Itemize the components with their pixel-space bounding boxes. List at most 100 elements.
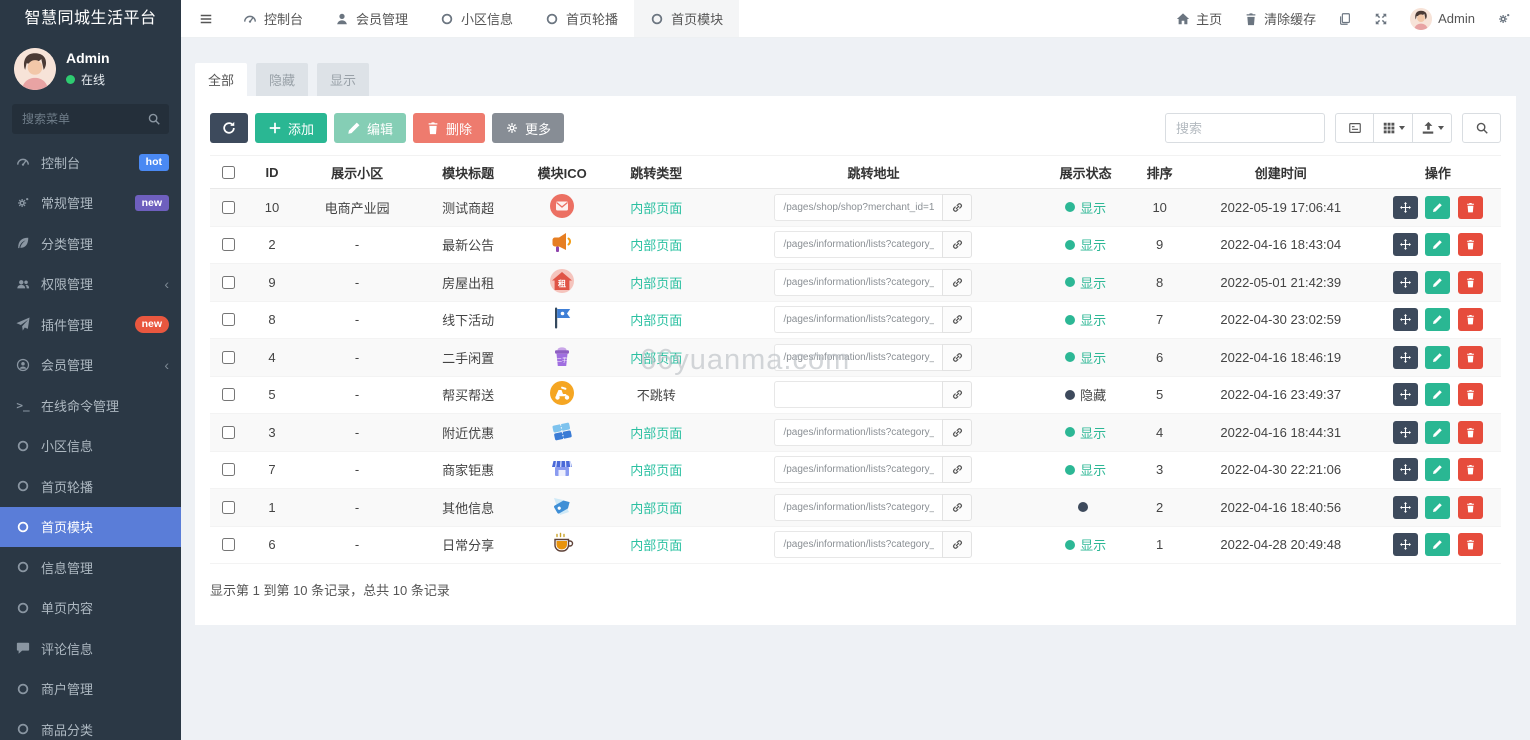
nav-tab-控制台[interactable]: 控制台 [227, 0, 319, 37]
row-checkbox[interactable] [222, 313, 235, 327]
jump-url-input[interactable] [774, 381, 943, 409]
nav-tab-首页轮播[interactable]: 首页轮播 [529, 0, 634, 37]
sidebar-item-首页轮播[interactable]: 首页轮播 [0, 466, 181, 507]
settings-button[interactable] [1486, 0, 1522, 37]
drag-move-button[interactable] [1392, 458, 1418, 482]
drag-move-button[interactable] [1392, 495, 1418, 519]
row-checkbox[interactable] [222, 350, 235, 364]
page-refresh-button[interactable] [1327, 0, 1363, 37]
user-menu[interactable]: Admin [1399, 0, 1486, 37]
link-button[interactable] [942, 381, 973, 409]
drag-move-button[interactable] [1392, 308, 1418, 332]
drag-move-button[interactable] [1392, 233, 1418, 257]
more-button[interactable]: 更多 [492, 113, 565, 143]
row-checkbox[interactable] [222, 388, 235, 402]
link-button[interactable] [942, 418, 973, 446]
edit-row-button[interactable] [1425, 533, 1451, 557]
edit-row-button[interactable] [1425, 195, 1451, 219]
table-search-input[interactable] [1165, 113, 1325, 143]
drag-move-button[interactable] [1392, 270, 1418, 294]
jump-url-input[interactable] [774, 231, 943, 259]
row-checkbox[interactable] [222, 538, 235, 552]
filter-tab-显示[interactable]: 显示 [317, 63, 370, 96]
edit-row-button[interactable] [1425, 383, 1451, 407]
jump-url-input[interactable] [774, 531, 943, 559]
delete-row-button[interactable] [1458, 420, 1484, 444]
export-button[interactable] [1413, 113, 1452, 143]
nav-tab-小区信息[interactable]: 小区信息 [424, 0, 529, 37]
sidebar-item-商品分类[interactable]: 商品分类 [0, 709, 181, 740]
jump-url-input[interactable] [774, 493, 943, 521]
delete-row-button[interactable] [1458, 308, 1484, 332]
fullscreen-button[interactable] [1363, 0, 1399, 37]
jump-url-input[interactable] [774, 306, 943, 334]
delete-row-button[interactable] [1458, 270, 1484, 294]
edit-button[interactable]: 编辑 [334, 113, 407, 143]
link-button[interactable] [942, 531, 973, 559]
sidebar-item-常规管理[interactable]: 常规管理 new [0, 183, 181, 224]
filter-tab-全部[interactable]: 全部 [195, 63, 248, 96]
nav-tab-首页模块[interactable]: 首页模块 [634, 0, 740, 37]
delete-row-button[interactable] [1458, 533, 1484, 557]
delete-row-button[interactable] [1458, 383, 1484, 407]
delete-row-button[interactable] [1458, 345, 1484, 369]
edit-row-button[interactable] [1425, 458, 1451, 482]
home-link[interactable]: 主页 [1165, 0, 1233, 37]
jump-url-input[interactable] [774, 456, 943, 484]
row-checkbox[interactable] [222, 200, 235, 214]
sidebar-item-信息管理[interactable]: 信息管理 [0, 547, 181, 588]
sidebar-item-小区信息[interactable]: 小区信息 [0, 426, 181, 467]
link-button[interactable] [942, 456, 973, 484]
filter-tab-隐藏[interactable]: 隐藏 [256, 63, 309, 96]
refresh-button[interactable] [210, 113, 248, 143]
sidebar-item-会员管理[interactable]: 会员管理 ‹ [0, 345, 181, 386]
edit-row-button[interactable] [1425, 420, 1451, 444]
row-checkbox[interactable] [222, 500, 235, 514]
menu-search-input[interactable] [12, 104, 169, 134]
edit-row-button[interactable] [1425, 495, 1451, 519]
link-button[interactable] [942, 343, 973, 371]
sidebar-item-在线命令管理[interactable]: >_ 在线命令管理 [0, 385, 181, 426]
clear-cache-link[interactable]: 清除缓存 [1233, 0, 1327, 37]
drag-move-button[interactable] [1392, 383, 1418, 407]
columns-button[interactable] [1374, 113, 1413, 143]
edit-row-button[interactable] [1425, 233, 1451, 257]
jump-url-input[interactable] [774, 193, 943, 221]
delete-button[interactable]: 删除 [413, 113, 486, 143]
drag-move-button[interactable] [1392, 345, 1418, 369]
row-checkbox[interactable] [222, 463, 235, 477]
select-all-checkbox[interactable] [222, 165, 235, 179]
jump-url-input[interactable] [774, 268, 943, 296]
row-checkbox[interactable] [222, 238, 235, 252]
sidebar-item-插件管理[interactable]: 插件管理 new [0, 304, 181, 345]
delete-row-button[interactable] [1458, 495, 1484, 519]
row-checkbox[interactable] [222, 275, 235, 289]
search-button[interactable] [1462, 113, 1501, 143]
row-checkbox[interactable] [222, 425, 235, 439]
jump-url-input[interactable] [774, 343, 943, 371]
toggle-view-button[interactable] [1335, 113, 1374, 143]
edit-row-button[interactable] [1425, 308, 1451, 332]
link-button[interactable] [942, 231, 973, 259]
sidebar-item-商户管理[interactable]: 商户管理 [0, 669, 181, 710]
delete-row-button[interactable] [1458, 458, 1484, 482]
sidebar-toggle-icon[interactable] [185, 0, 227, 37]
link-button[interactable] [942, 306, 973, 334]
delete-row-button[interactable] [1458, 233, 1484, 257]
sidebar-item-权限管理[interactable]: 权限管理 ‹ [0, 264, 181, 305]
add-button[interactable]: 添加 [255, 113, 328, 143]
edit-row-button[interactable] [1425, 270, 1451, 294]
link-button[interactable] [942, 268, 973, 296]
sidebar-item-单页内容[interactable]: 单页内容 [0, 588, 181, 629]
jump-url-input[interactable] [774, 418, 943, 446]
delete-row-button[interactable] [1458, 195, 1484, 219]
sidebar-item-首页模块[interactable]: 首页模块 [0, 506, 181, 547]
nav-tab-会员管理[interactable]: 会员管理 [319, 0, 424, 37]
drag-move-button[interactable] [1392, 420, 1418, 444]
link-button[interactable] [942, 493, 973, 521]
sidebar-item-评论信息[interactable]: 评论信息 [0, 628, 181, 669]
drag-move-button[interactable] [1392, 195, 1418, 219]
sidebar-item-控制台[interactable]: 控制台 hot [0, 142, 181, 183]
sidebar-item-分类管理[interactable]: 分类管理 [0, 223, 181, 264]
drag-move-button[interactable] [1392, 533, 1418, 557]
